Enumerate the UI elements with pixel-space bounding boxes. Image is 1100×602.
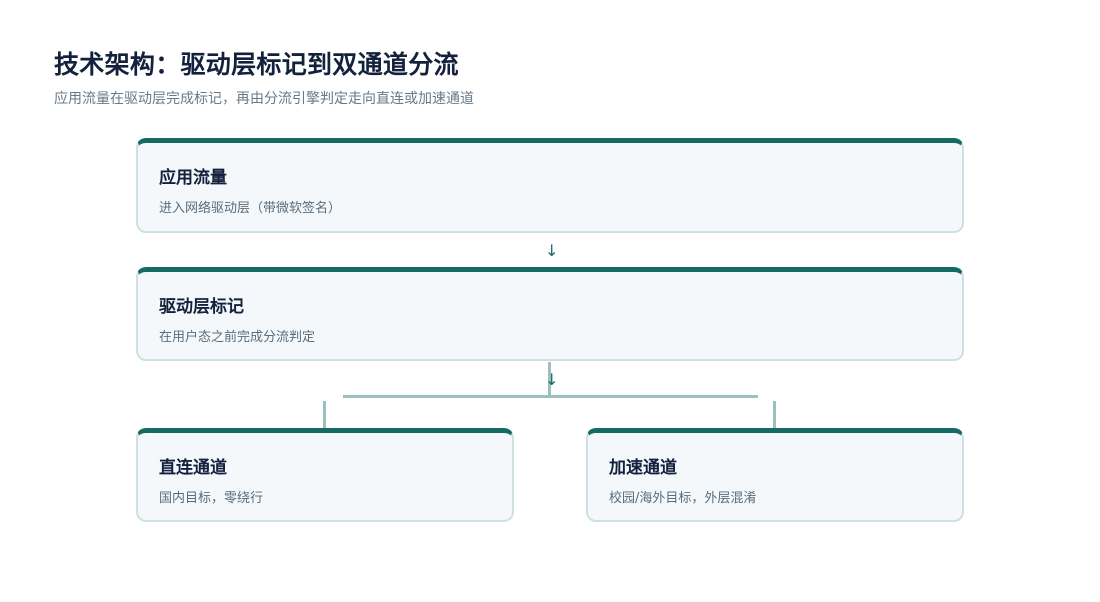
node-description: 国内目标，零绕行 xyxy=(159,491,264,506)
node-description: 进入网络驱动层（带微软签名） xyxy=(159,201,342,216)
node-description: 校园/海外目标，外层混淆 xyxy=(609,491,757,506)
connector-line-right xyxy=(773,401,776,428)
page-subtitle: 应用流量在驱动层完成标记，再由分流引擎判定走向直连或加速通道 xyxy=(54,91,474,107)
node-app-traffic: 应用流量 进入网络驱动层（带微软签名） xyxy=(136,138,964,233)
node-title: 直连通道 xyxy=(159,458,227,478)
node-title: 驱动层标记 xyxy=(159,297,244,317)
down-arrow-icon: ↓ xyxy=(545,241,559,260)
page-title: 技术架构：驱动层标记到双通道分流 xyxy=(54,50,459,79)
node-title: 应用流量 xyxy=(159,168,227,188)
node-title: 加速通道 xyxy=(609,458,677,478)
node-driver-marking: 驱动层标记 在用户态之前完成分流判定 xyxy=(136,267,964,361)
connector-line-left xyxy=(323,401,326,428)
node-direct-channel: 直连通道 国内目标，零绕行 xyxy=(136,428,514,522)
connector-line-split xyxy=(343,395,758,398)
node-description: 在用户态之前完成分流判定 xyxy=(159,330,316,345)
node-accel-channel: 加速通道 校园/海外目标，外层混淆 xyxy=(586,428,964,522)
down-arrow-icon: ↓ xyxy=(545,370,559,389)
